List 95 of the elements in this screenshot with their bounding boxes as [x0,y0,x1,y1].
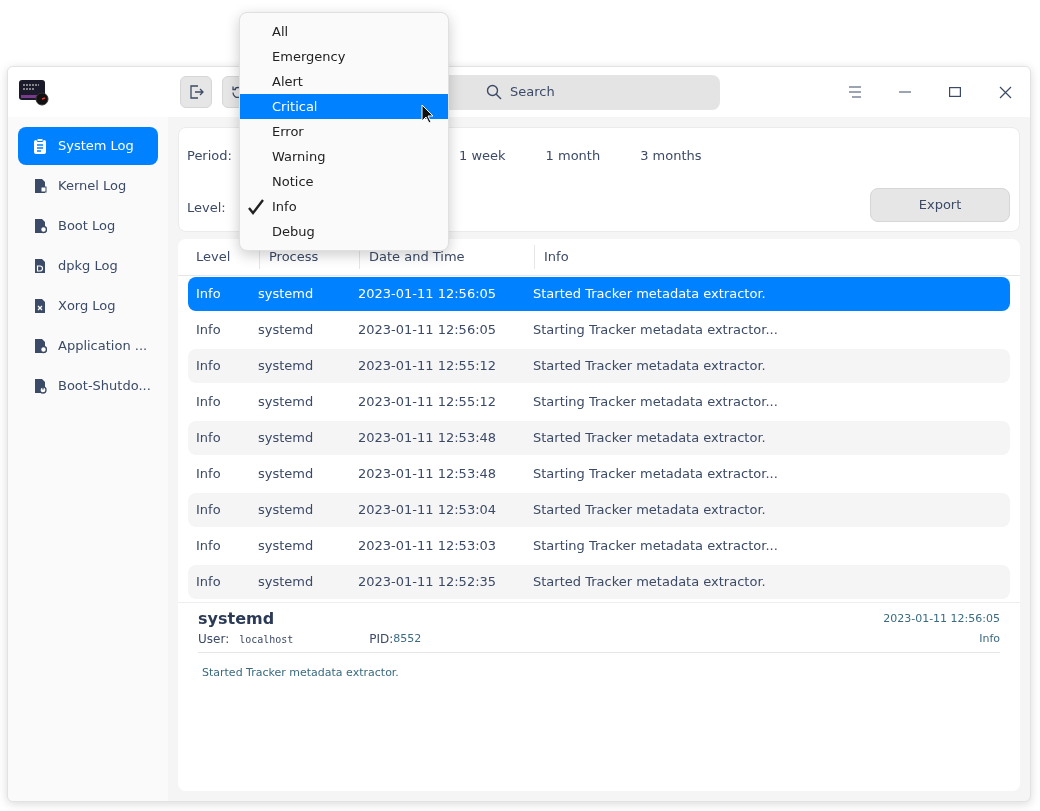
menu-item[interactable]: All [240,19,448,44]
column-header[interactable]: Level [196,247,231,267]
table-cell-text: Starting Tracker metadata extractor... [533,537,778,556]
maximize-icon [949,87,961,97]
export-log-button[interactable] [180,76,212,108]
table-row[interactable]: Info systemd 2023-01-11 12:56:05 Started Tracker metadata extractor. [188,277,1010,311]
table-cell-text: Info [195,537,222,556]
menu-item[interactable]: Error [240,119,448,144]
search-input[interactable]: Search [510,82,630,102]
table-row[interactable]: Info systemd 2023-01-11 12:53:48 Starting Tracker metadata extractor... [188,457,1010,491]
table-row[interactable]: Info systemd 2023-01-11 12:56:05 Starting Tracker metadata extractor... [188,313,1010,347]
process-name: systemd [198,608,275,630]
clipboard-icon [33,138,47,154]
table-cell-text: systemd [258,429,315,448]
table-cell-text: 2023-01-11 12:53:03 [358,537,498,556]
table-cell-text: 2023-01-11 12:55:12 [358,357,498,376]
pid-label: PID: [369,631,394,648]
menu-item[interactable]: Critical [240,94,448,119]
sidebar-item[interactable]: Application ... [18,327,158,365]
menu-item[interactable]: Info [240,194,448,219]
minimize-icon [898,91,912,93]
file-power-icon [33,378,47,394]
table-cell-text: 2023-01-11 12:55:12 [358,393,498,412]
table-cell-text: systemd [258,573,315,592]
period-option[interactable]: 1 week [459,146,506,166]
exit-icon [188,84,204,100]
menu-item[interactable]: Notice [240,169,448,194]
table-row[interactable]: Info systemd 2023-01-11 12:55:12 Starting Tracker metadata extractor... [188,385,1010,419]
file-gear-icon [33,218,47,234]
table-cell-text: Info [195,357,222,376]
table-cell-text: systemd [258,321,315,340]
sidebar-item[interactable]: Boot Log [18,207,158,245]
table-cell-text: systemd [258,285,315,304]
column-header[interactable]: Date and Time [369,247,465,267]
table-row[interactable]: Info systemd 2023-01-11 12:53:03 Starting Tracker metadata extractor... [188,529,1010,563]
user-label: User: [198,631,230,648]
log-date: 2023-01-11 12:56:05 [883,610,1000,627]
mouse-cursor-icon [421,104,434,124]
table-cell-text: Info [195,465,222,484]
table-cell-text: systemd [258,357,315,376]
table-cell-text: systemd [258,537,315,556]
table-cell-text: systemd [258,465,315,484]
table-cell-text: Info [195,501,222,520]
table-row[interactable]: Info systemd 2023-01-11 12:53:04 Started Tracker metadata extractor. [188,493,1010,527]
period-label: Period: [187,147,232,165]
user-value: localhost [239,632,295,647]
search-icon [486,84,502,100]
column-header[interactable]: Info [544,247,569,267]
app-logo-icon [18,78,50,106]
file-x-icon [33,298,47,314]
table-cell-text: 2023-01-11 12:52:35 [358,573,498,592]
sidebar-item[interactable]: dpkg Log [18,247,158,285]
menu-icon [848,86,862,98]
table-cell-text: 2023-01-11 12:56:05 [358,285,498,304]
table-cell-text: 2023-01-11 12:53:04 [358,501,498,520]
log-message: Started Tracker metadata extractor. [201,666,399,679]
menu-item[interactable]: Warning [240,144,448,169]
table-cell-text: 2023-01-11 12:56:05 [358,321,498,340]
export-button[interactable]: Export [870,188,1010,222]
table-cell-text: Started Tracker metadata extractor. [533,285,766,304]
file-gear-icon [33,338,47,354]
table-cell-text: systemd [258,501,315,520]
period-option[interactable]: 3 months [640,146,702,166]
table-cell-text: Started Tracker metadata extractor. [533,501,766,520]
table-cell-text: 2023-01-11 12:53:48 [358,429,498,448]
document-letter-icon [33,258,47,274]
table-cell-text: Started Tracker metadata extractor. [533,573,766,592]
table-cell-text: Info [195,573,222,592]
table-row[interactable]: Info systemd 2023-01-11 12:52:35 Started Tracker metadata extractor. [188,565,1010,599]
table-cell-text: Started Tracker metadata extractor. [533,357,766,376]
table-row[interactable]: Info systemd 2023-01-11 12:53:48 Started Tracker metadata extractor. [188,421,1010,455]
table-cell-text: Info [195,393,222,412]
level-label: Level: [187,199,226,217]
table-cell-text: Info [195,285,222,304]
pid-value: 8552 [393,630,422,647]
table-cell-text: systemd [258,393,315,412]
sidebar-item[interactable]: Kernel Log [18,167,158,205]
column-header[interactable]: Process [269,247,319,267]
menu-item[interactable]: Debug [240,219,448,244]
sidebar-item[interactable]: Xorg Log [18,287,158,325]
sidebar-item[interactable]: Boot-Shutdo... [18,367,158,405]
table-cell-text: Starting Tracker metadata extractor... [533,465,778,484]
table-cell-text: Starting Tracker metadata extractor... [533,393,778,412]
table-row[interactable]: Info systemd 2023-01-11 12:55:12 Started Tracker metadata extractor. [188,349,1010,383]
table-cell-text: 2023-01-11 12:53:48 [358,465,498,484]
table-cell-text: Started Tracker metadata extractor. [533,429,766,448]
checkmark-icon [248,198,264,215]
close-icon [998,85,1012,99]
table-cell-text: Info [195,429,222,448]
table-cell-text: Starting Tracker metadata extractor... [533,321,778,340]
log-level: Info [979,630,1000,647]
menu-item[interactable]: Emergency [240,44,448,69]
period-option[interactable]: 1 month [545,146,601,166]
sidebar-item[interactable]: System Log [18,127,158,165]
table-cell-text: Info [195,321,222,340]
